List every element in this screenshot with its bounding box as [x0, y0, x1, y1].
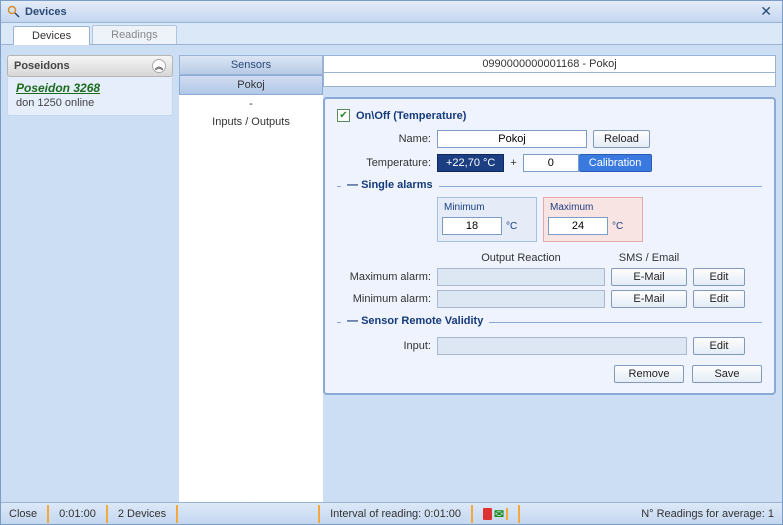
titlebar: Devices ✕	[1, 1, 782, 23]
input-label: Input:	[337, 340, 437, 352]
max-alarm-label: Maximum alarm:	[337, 271, 437, 283]
tree-node[interactable]: Poseidon 3268 don 1250 online	[7, 77, 173, 116]
status-avg: N° Readings for average: 1	[641, 508, 774, 520]
tree-group-header[interactable]: Poseidons ︽	[7, 55, 173, 77]
check-icon: ✔	[339, 111, 347, 121]
tab-readings[interactable]: Readings	[92, 25, 176, 44]
maximum-box: Maximum °C	[543, 197, 643, 242]
max-alarm-edit-button[interactable]: Edit	[693, 268, 745, 286]
window-title: Devices	[25, 6, 67, 18]
offset-input[interactable]	[523, 154, 579, 172]
detail-pane: 0990000000001168 - Pokoj ✔ On\Off (Tempe…	[323, 45, 782, 502]
tree-node-subtitle: don 1250 online	[16, 97, 164, 109]
calibration-button[interactable]: Calibration	[579, 154, 653, 172]
sensor-list-pane: Sensors Pokoj - Inputs / Outputs	[179, 45, 323, 502]
reaction-headers: Output Reaction SMS / Email	[437, 252, 762, 264]
remote-validity-fieldset: — Sensor Remote Validity Input: Edit	[337, 322, 762, 355]
minimum-label: Minimum	[442, 200, 532, 217]
maximum-input[interactable]	[548, 217, 608, 235]
min-alarm-edit-button[interactable]: Edit	[693, 290, 745, 308]
min-alarm-email-button[interactable]: E-Mail	[611, 290, 687, 308]
tabstrip: Devices Readings	[1, 23, 782, 45]
temperature-value: +22,70 °C	[437, 154, 504, 172]
status-yellow-icon	[506, 508, 508, 520]
collapse-icon[interactable]: ︽	[152, 59, 166, 73]
tree-node-title: Poseidon 3268	[16, 81, 164, 95]
devices-window: Devices ✕ Devices Readings Poseidons ︽ P…	[0, 0, 783, 525]
sensor-row-selected[interactable]: Pokoj	[179, 75, 323, 95]
status-green-icon: ✉	[494, 507, 504, 521]
sensor-dash: -	[179, 95, 323, 113]
minimum-input[interactable]	[442, 217, 502, 235]
remote-edit-button[interactable]: Edit	[693, 337, 745, 355]
output-reaction-header: Output Reaction	[437, 252, 605, 264]
min-alarm-reaction-input[interactable]	[437, 290, 605, 308]
remote-validity-legend: Sensor Remote Validity	[361, 315, 483, 327]
device-id-bar: 0990000000001168 - Pokoj	[323, 55, 776, 73]
sensor-form-panel: ✔ On\Off (Temperature) Name: Reload Temp…	[323, 97, 776, 395]
tree-group-label: Poseidons	[14, 60, 70, 72]
single-alarms-fieldset: — Single alarms Minimum °C Maximum	[337, 186, 762, 308]
remote-input-field[interactable]	[437, 337, 687, 355]
spacer-strip	[323, 73, 776, 87]
max-alarm-email-button[interactable]: E-Mail	[611, 268, 687, 286]
form-footer-buttons: Remove Save	[337, 365, 762, 383]
close-icon[interactable]: ✕	[756, 3, 776, 20]
status-devices: 2 Devices	[118, 508, 166, 520]
tab-devices[interactable]: Devices	[13, 26, 90, 45]
main-area: Poseidons ︽ Poseidon 3268 don 1250 onlin…	[1, 45, 782, 502]
min-alarm-label: Minimum alarm:	[337, 293, 437, 305]
status-icons: ✉	[483, 507, 508, 521]
minmax-wrap: Minimum °C Maximum °C	[437, 197, 762, 242]
status-time: 0:01:00	[59, 508, 96, 520]
sensors-header: Sensors	[179, 55, 323, 75]
onoff-row: ✔ On\Off (Temperature)	[337, 109, 762, 122]
status-interval: Interval of reading: 0:01:00	[330, 508, 461, 520]
remove-button[interactable]: Remove	[614, 365, 684, 383]
onoff-label: On\Off (Temperature)	[356, 110, 466, 122]
name-input[interactable]	[437, 130, 587, 148]
magnifier-icon	[7, 5, 21, 19]
inputs-outputs-item[interactable]: Inputs / Outputs	[179, 113, 323, 131]
status-close[interactable]: Close	[9, 508, 37, 520]
status-red-icon	[483, 508, 492, 520]
name-label: Name:	[337, 133, 437, 145]
min-alarm-row: Minimum alarm: E-Mail Edit	[337, 290, 762, 308]
save-button[interactable]: Save	[692, 365, 762, 383]
max-alarm-row: Maximum alarm: E-Mail Edit	[337, 268, 762, 286]
max-alarm-reaction-input[interactable]	[437, 268, 605, 286]
maximum-label: Maximum	[548, 200, 638, 217]
min-unit: °C	[506, 221, 517, 232]
sms-email-header: SMS / Email	[611, 252, 687, 264]
max-unit: °C	[612, 221, 623, 232]
onoff-checkbox[interactable]: ✔	[337, 109, 350, 122]
minimum-box: Minimum °C	[437, 197, 537, 242]
single-alarms-legend: Single alarms	[361, 179, 433, 191]
statusbar: Close 0:01:00 2 Devices Interval of read…	[1, 502, 782, 524]
plus-sign: +	[504, 157, 522, 169]
temperature-label: Temperature:	[337, 157, 437, 169]
device-tree-pane: Poseidons ︽ Poseidon 3268 don 1250 onlin…	[1, 45, 179, 502]
sensor-list-body: - Inputs / Outputs	[179, 95, 323, 502]
reload-button[interactable]: Reload	[593, 130, 650, 148]
